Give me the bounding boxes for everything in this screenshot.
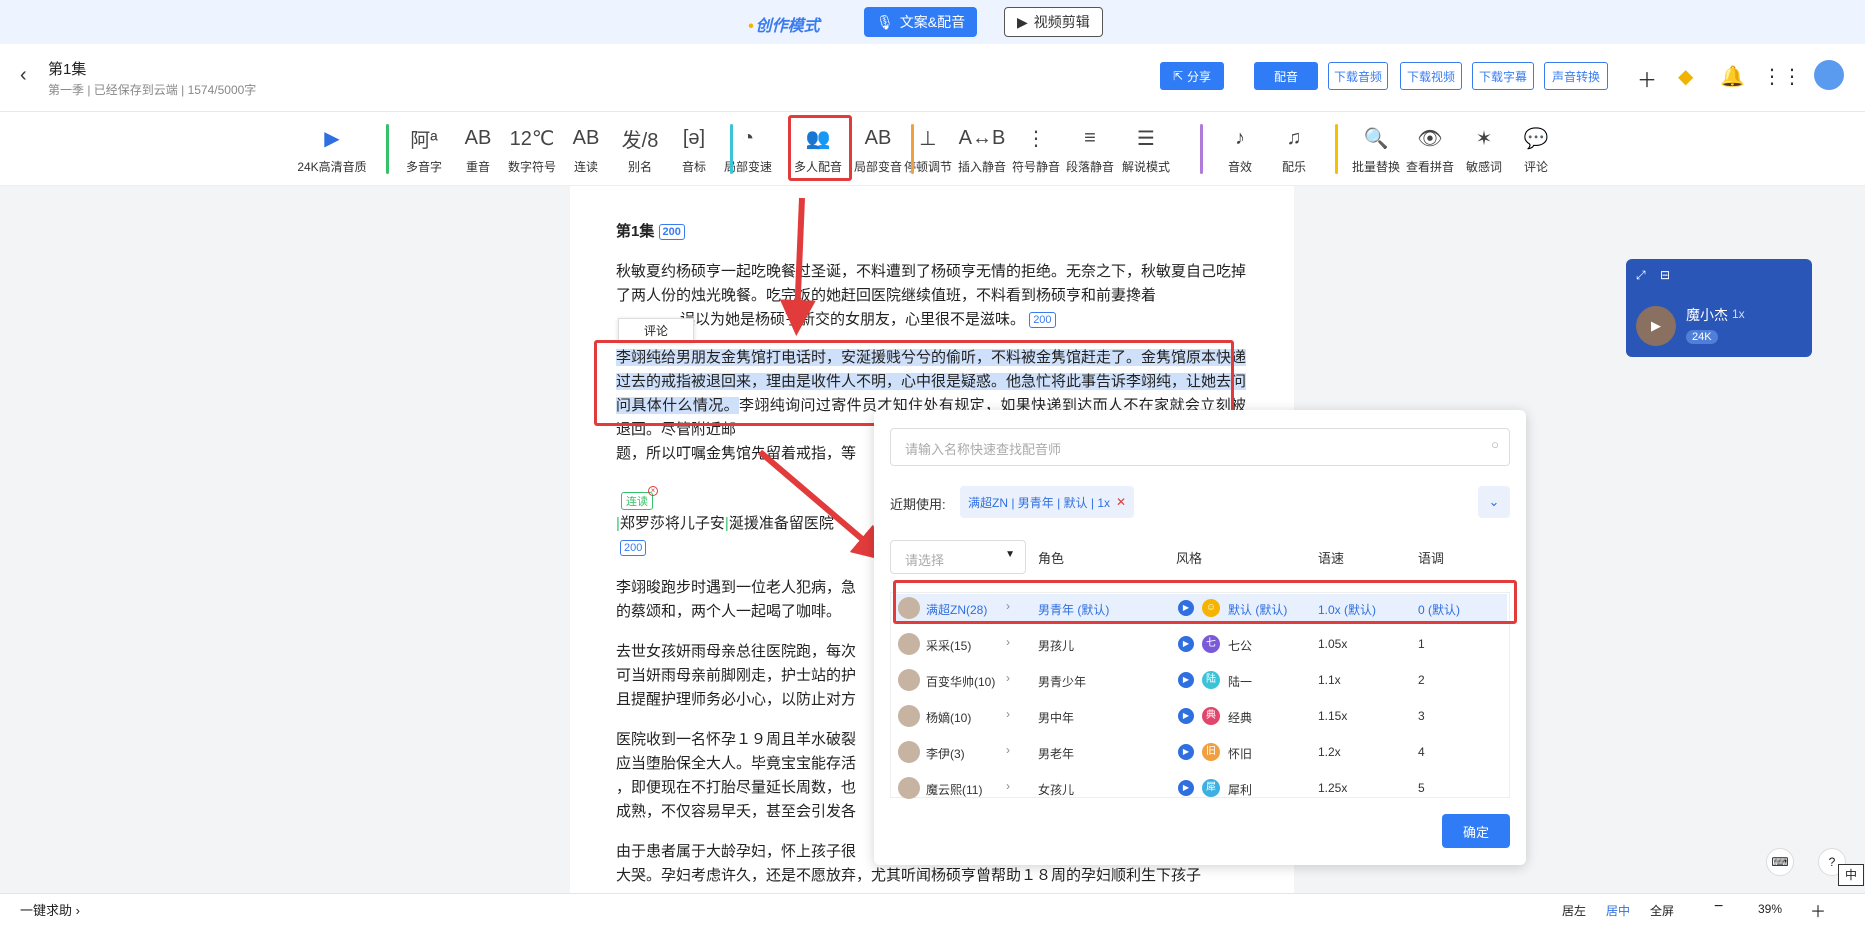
speaker-name[interactable]: 百变华帅(10)	[926, 673, 995, 690]
style-icon: 犀	[1202, 779, 1220, 797]
col-tone: 语调	[1418, 551, 1445, 566]
align-left-button[interactable]: 居左	[1562, 902, 1586, 919]
tone-option[interactable]: 5	[1418, 781, 1425, 795]
expand-icon[interactable]: ⤢	[1636, 268, 1646, 283]
speed-option[interactable]: 1.15x	[1318, 709, 1347, 723]
col-speed: 语速	[1318, 551, 1345, 566]
confirm-button[interactable]: 确定	[1442, 814, 1510, 848]
col-role: 角色	[1038, 551, 1065, 566]
style-option[interactable]: 犀利	[1228, 781, 1252, 798]
role-option[interactable]: 男中年	[1038, 709, 1074, 726]
chevron-right-icon[interactable]: ›	[1006, 707, 1010, 721]
tone-option[interactable]: 2	[1418, 673, 1425, 687]
speed-option[interactable]: 1.05x	[1318, 637, 1347, 651]
speaker-avatar[interactable]	[898, 777, 920, 799]
zoom-in-icon[interactable]: ＋	[1810, 898, 1826, 922]
align-center-button[interactable]: 居中	[1606, 902, 1630, 919]
arrow-to-panel	[758, 449, 889, 562]
zoom-level: 39%	[1758, 902, 1783, 916]
category-select[interactable]: 请选择 ▼	[890, 540, 1026, 574]
style-icon: 七	[1202, 635, 1220, 653]
play-icon[interactable]: ▶	[1178, 672, 1194, 688]
play-icon[interactable]: ▶	[1178, 708, 1194, 724]
role-option[interactable]: 男青少年	[1038, 673, 1086, 690]
tone-option[interactable]: 1	[1418, 637, 1425, 651]
caret-down-icon: ▼	[1005, 549, 1015, 560]
speaker-name[interactable]: 杨嫡(10)	[926, 709, 971, 726]
help-button[interactable]: 一键求助 ›	[20, 900, 80, 919]
speaker-avatar[interactable]	[898, 705, 920, 727]
chevron-right-icon[interactable]: ›	[1006, 671, 1010, 685]
expand-chevron-icon[interactable]: ⌄	[1478, 486, 1510, 518]
fullscreen-button[interactable]: 全屏	[1650, 902, 1674, 919]
tone-option[interactable]: 3	[1418, 709, 1425, 723]
chevron-right-icon[interactable]: ›	[1006, 743, 1010, 757]
recent-label: 近期使用:	[890, 497, 946, 512]
close-icon[interactable]: ✕	[1116, 495, 1126, 509]
role-option[interactable]: 男孩儿	[1038, 637, 1074, 654]
style-icon: 旧	[1202, 743, 1220, 761]
highlight-selected-voice	[893, 580, 1517, 624]
col-style: 风格	[1176, 551, 1203, 566]
play-icon[interactable]: ▶	[1178, 744, 1194, 760]
speed-option[interactable]: 1.25x	[1318, 781, 1347, 795]
speaker-avatar[interactable]: ▶	[1636, 306, 1676, 346]
zoom-out-icon[interactable]: −	[1714, 898, 1723, 916]
speaker-name[interactable]: 魔云熙(11)	[926, 781, 982, 798]
style-option[interactable]: 经典	[1228, 709, 1252, 726]
role-option[interactable]: 女孩儿	[1038, 781, 1074, 798]
speaker-name[interactable]: 李伊(3)	[926, 745, 965, 762]
chevron-right-icon[interactable]: ›	[1006, 635, 1010, 649]
style-icon: 陆	[1202, 671, 1220, 689]
minimize-icon[interactable]: ⊟	[1660, 268, 1670, 282]
tone-option[interactable]: 4	[1418, 745, 1425, 759]
role-option[interactable]: 男老年	[1038, 745, 1074, 762]
keyboard-icon[interactable]: ⌨	[1766, 848, 1794, 876]
chevron-right-icon[interactable]: ›	[1006, 779, 1010, 793]
speaker-name: 魔小杰	[1686, 307, 1728, 323]
speaker-avatar[interactable]	[898, 741, 920, 763]
play-icon[interactable]: ▶	[1178, 780, 1194, 796]
search-icon: ○	[1491, 437, 1499, 452]
speed-option[interactable]: 1.2x	[1318, 745, 1341, 759]
voice-search-input[interactable]: 请输入名称快速查找配音师 ○	[890, 428, 1510, 466]
ime-indicator: 中	[1838, 864, 1864, 886]
speaker-avatar[interactable]	[898, 669, 920, 691]
style-option[interactable]: 怀旧	[1228, 745, 1252, 762]
play-icon[interactable]: ▶	[1178, 636, 1194, 652]
style-option[interactable]: 七公	[1228, 637, 1252, 654]
style-option[interactable]: 陆一	[1228, 673, 1252, 690]
recent-voice-chip[interactable]: 满超ZN | 男青年 | 默认 | 1x ✕	[960, 486, 1135, 518]
speaker-name[interactable]: 采采(15)	[926, 637, 971, 654]
speaker-avatar[interactable]	[898, 633, 920, 655]
quality-badge: 24K	[1686, 330, 1718, 344]
speaker-speed: 1x	[1732, 307, 1745, 321]
speed-option[interactable]: 1.1x	[1318, 673, 1341, 687]
style-icon: 典	[1202, 707, 1220, 725]
arrow-down	[779, 197, 816, 336]
